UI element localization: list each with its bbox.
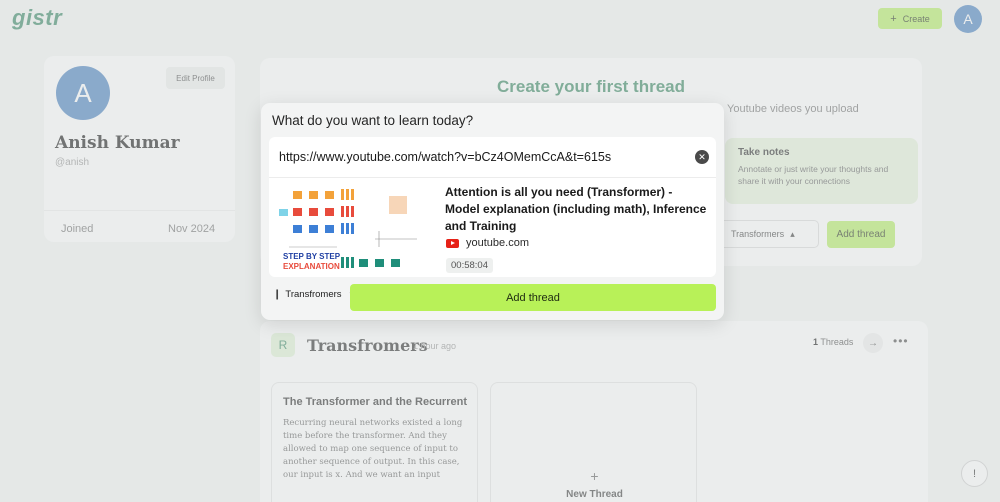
url-field: ✕ xyxy=(269,137,716,177)
video-thumbnail: STEP BY STEP EXPLANATION xyxy=(279,181,419,273)
video-domain: youtube.com xyxy=(466,237,529,249)
hand-pointer-icon: ❙ xyxy=(273,289,282,300)
thumbnail-caption-1: STEP BY STEP xyxy=(283,252,341,261)
add-thread-modal: What do you want to learn today? ✕ xyxy=(261,103,724,320)
topic-dropdown-label: Transfromers xyxy=(285,289,342,300)
url-input[interactable] xyxy=(279,146,689,168)
add-thread-button[interactable]: Add thread xyxy=(350,284,716,311)
youtube-icon xyxy=(446,239,459,248)
video-preview-card: STEP BY STEP EXPLANATION Attention is al… xyxy=(269,177,716,277)
clear-icon[interactable]: ✕ xyxy=(695,150,709,164)
video-duration: 00:58:04 xyxy=(446,258,493,273)
modal-title: What do you want to learn today? xyxy=(272,113,474,128)
video-title[interactable]: Attention is all you need (Transformer) … xyxy=(445,184,707,235)
topic-dropdown[interactable]: ❙ Transfromers ▼ xyxy=(273,289,354,300)
thumbnail-caption-2: EXPLANATION xyxy=(283,262,340,271)
